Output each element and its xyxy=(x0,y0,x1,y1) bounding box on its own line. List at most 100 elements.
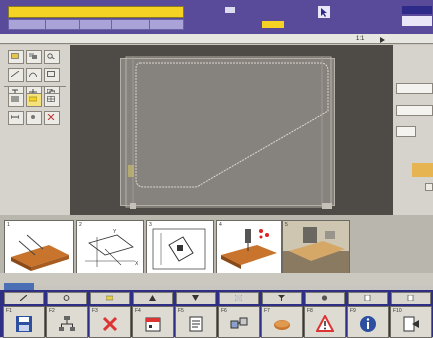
status-cell-3 xyxy=(79,20,112,29)
delete-x-icon xyxy=(102,316,118,332)
tool-snap[interactable] xyxy=(26,111,42,125)
brand-logo xyxy=(402,6,432,28)
scale-label: 1:1 xyxy=(356,36,365,42)
info-icon xyxy=(360,316,376,332)
tool-rect[interactable] xyxy=(44,68,60,82)
status-indicator-icon xyxy=(225,7,235,13)
exit-icon xyxy=(403,316,419,332)
machine-photo-icon xyxy=(283,221,349,273)
param-field-2[interactable] xyxy=(396,105,433,116)
delete-icon xyxy=(47,114,55,120)
tool-zoom[interactable] xyxy=(44,50,60,64)
tool-grid[interactable] xyxy=(44,93,60,107)
status-row xyxy=(8,19,184,30)
function-key-label: F7 xyxy=(264,308,270,314)
tool-delete[interactable] xyxy=(44,111,60,125)
param-field-1[interactable] xyxy=(396,83,433,94)
layers-icon xyxy=(29,53,37,59)
thumbnail-3[interactable]: 3 xyxy=(146,220,214,274)
function-key-label: F5 xyxy=(178,308,184,314)
arrow-down-icon xyxy=(192,295,199,301)
brand-line-2 xyxy=(402,16,432,26)
tree-icon xyxy=(59,316,75,331)
thumbnail-number: 1 xyxy=(7,222,10,228)
svg-text:X: X xyxy=(135,261,139,267)
status-cell-1 xyxy=(9,20,46,29)
circle-icon xyxy=(321,295,328,301)
workpiece-drawing xyxy=(125,56,332,209)
tool-arc[interactable] xyxy=(26,68,42,82)
drill-tool-icon xyxy=(221,229,277,269)
tool-palette xyxy=(0,45,70,215)
snap-icon xyxy=(31,115,35,119)
param-field-3[interactable] xyxy=(396,126,416,137)
handle-bottom-left xyxy=(130,203,136,209)
pencil-icon xyxy=(20,295,27,301)
edit-list-icon xyxy=(189,316,203,332)
funnel-icon xyxy=(278,295,285,301)
tool-measure[interactable] xyxy=(8,111,24,125)
handle-left xyxy=(128,165,134,177)
f9-info-button[interactable]: F9 xyxy=(347,306,389,338)
grid-icon xyxy=(47,96,55,102)
page-icon xyxy=(407,295,414,301)
thumbnail-1[interactable]: 1 xyxy=(4,220,74,274)
status-cell-4 xyxy=(111,20,150,29)
measure-icon xyxy=(11,115,19,119)
function-key-label: F2 xyxy=(49,308,55,314)
arc-icon xyxy=(29,72,37,77)
side-tab[interactable] xyxy=(412,163,433,177)
f2-structure-button[interactable]: F2 xyxy=(46,306,88,338)
thumbnail-number: 5 xyxy=(285,222,288,228)
function-key-label: F3 xyxy=(92,308,98,314)
function-key-label: F1 xyxy=(6,308,12,314)
palette-divider xyxy=(4,86,66,87)
f3-delete-button[interactable]: F3 xyxy=(89,306,131,338)
cursor-icon[interactable] xyxy=(318,6,330,18)
window-title xyxy=(8,6,184,18)
list-icon xyxy=(235,295,242,301)
thumbnail-4[interactable]: 4 xyxy=(216,220,282,274)
zoom-icon xyxy=(47,53,55,59)
rectangle-icon xyxy=(47,71,55,77)
status-tab[interactable] xyxy=(4,283,34,290)
function-key-label: F9 xyxy=(350,308,356,314)
highlight-icon xyxy=(106,295,113,301)
param-label-1 xyxy=(395,55,431,62)
param-label-2 xyxy=(395,75,431,82)
f8-warning-button[interactable]: F8 xyxy=(304,306,346,338)
select-icon xyxy=(11,53,19,59)
tool-list[interactable] xyxy=(8,93,24,107)
f6-connect-button[interactable]: F6 xyxy=(218,306,260,338)
path-bar xyxy=(0,34,433,44)
save-icon xyxy=(16,316,32,332)
scale-arrow-icon[interactable] xyxy=(380,37,385,43)
f1-save-button[interactable]: F1 xyxy=(3,306,45,338)
calendar-icon xyxy=(145,317,161,332)
mode-badge xyxy=(262,21,284,28)
tool-line[interactable] xyxy=(8,68,24,82)
function-key-label: F4 xyxy=(135,308,141,314)
active-mode-icon xyxy=(29,96,37,102)
thumbnail-5[interactable]: 5 xyxy=(282,220,350,274)
arrow-up-icon xyxy=(149,295,156,301)
list-icon xyxy=(11,96,19,102)
thumbnail-nav xyxy=(0,273,433,285)
handle-bottom-right xyxy=(322,203,332,209)
function-key-label: F6 xyxy=(221,308,227,314)
tool-layers[interactable] xyxy=(26,50,42,64)
f5-edit-list-button[interactable]: F5 xyxy=(175,306,217,338)
tool-active-mode[interactable] xyxy=(26,93,42,107)
function-key-label: F10 xyxy=(393,308,402,314)
f4-calendar-button[interactable]: F4 xyxy=(132,306,174,338)
function-key-label: F8 xyxy=(307,308,313,314)
param-label-4 xyxy=(395,119,431,126)
f7-saw-button[interactable]: F7 xyxy=(261,306,303,338)
thumbnail-number: 2 xyxy=(79,222,82,228)
tool-select[interactable] xyxy=(8,50,24,64)
thumbnail-2[interactable]: 2 Y X xyxy=(76,220,144,274)
side-toggle[interactable] xyxy=(425,183,433,191)
dimension-diagram-icon: Y X xyxy=(85,229,139,267)
workpiece-contour xyxy=(135,62,329,188)
f10-exit-button[interactable]: F10 xyxy=(390,306,432,338)
